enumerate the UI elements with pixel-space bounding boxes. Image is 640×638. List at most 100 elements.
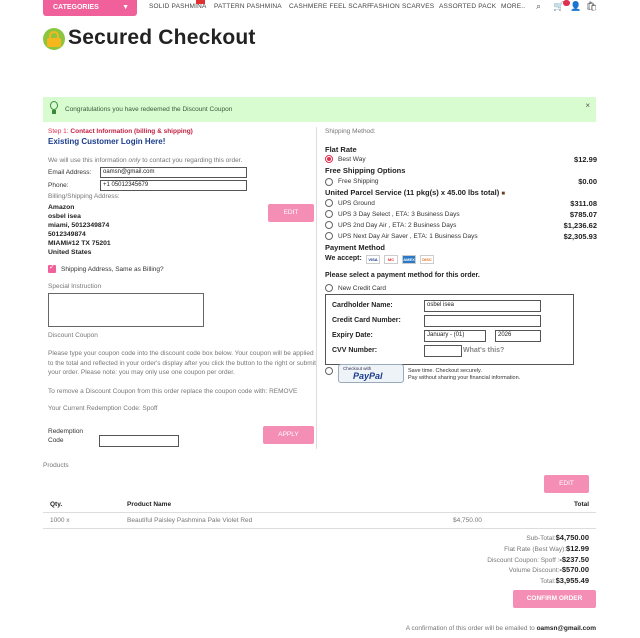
mastercard-icon: MC xyxy=(384,255,398,264)
footer-text: A confirmation of this order will be ema… xyxy=(405,625,535,632)
redemption-code-input[interactable] xyxy=(99,435,179,447)
shipping-option-ups-2day[interactable]: UPS 2nd Day Air , ETA: 2 Business Days $… xyxy=(325,221,597,231)
address-line: 5012349874 xyxy=(48,231,86,238)
shipping-option-ups-next-day[interactable]: UPS Next Day Air Saver , ETA: 1 Business… xyxy=(325,232,597,242)
shipping-radio[interactable] xyxy=(325,199,333,207)
shipping-option-ups-3day[interactable]: UPS 3 Day Select , ETA: 3 Business Days … xyxy=(325,210,597,220)
summary-label: Total: xyxy=(540,578,556,585)
redemption-code-label: Redemption Code xyxy=(48,427,83,445)
bag-icon[interactable]: 🛍 xyxy=(586,1,597,12)
card-number-input[interactable] xyxy=(424,315,541,327)
we-accept-label: We accept: xyxy=(325,255,362,262)
whats-this-link[interactable]: What's this? xyxy=(463,347,504,354)
login-link[interactable]: Login Here! xyxy=(121,137,165,146)
payment-method-heading: Payment Method xyxy=(325,243,386,252)
coupon-instructions: Please type your coupon code into the di… xyxy=(48,349,318,378)
search-icon[interactable]: ⌕ xyxy=(536,1,541,12)
shipping-radio[interactable] xyxy=(325,210,333,218)
paypal-note: Save time. Checkout securely. Pay withou… xyxy=(408,368,520,381)
confirm-order-button[interactable]: CONFIRM ORDER xyxy=(513,590,596,608)
address-line: United States xyxy=(48,249,92,256)
shipping-radio[interactable] xyxy=(325,221,333,229)
paypal-radio[interactable] xyxy=(325,367,333,375)
page-title: Secured Checkout xyxy=(68,26,256,49)
shipping-radio[interactable] xyxy=(325,232,333,240)
address-line: osbel isea xyxy=(48,213,81,220)
col-total: Total xyxy=(574,501,590,508)
lock-icon xyxy=(43,28,65,50)
summary-flat-rate: Flat Rate (Best Way):$12.99 xyxy=(504,544,589,553)
table-divider xyxy=(43,528,596,529)
address-block: Amazon osbel isea miami, 5012349874 5012… xyxy=(48,203,111,257)
user-icon[interactable]: 👤 xyxy=(570,1,581,12)
cardholder-name-input[interactable]: osbel isea xyxy=(424,300,541,312)
footer-email: oamsn@gmail.com xyxy=(536,625,596,632)
discover-icon: DISC xyxy=(420,255,434,264)
summary-label: Flat Rate (Best Way): xyxy=(504,546,567,553)
nav-item-assorted-pack[interactable]: ASSORTED PACK xyxy=(439,3,496,10)
col-qty: Qty. xyxy=(50,501,63,508)
new-credit-card-label: New Credit Card xyxy=(338,285,387,292)
confirmation-footer: A confirmation of this order will be ema… xyxy=(406,625,596,632)
column-divider xyxy=(316,127,317,449)
paypal-checkout-button[interactable]: Checkout with PayPal xyxy=(338,364,404,383)
shipping-option-name: Free Shipping xyxy=(338,178,379,185)
credit-card-form: Cardholder Name: osbel isea Credit Card … xyxy=(325,294,574,365)
expiry-month-select[interactable]: January - (01) xyxy=(424,330,486,342)
shipping-option-best-way[interactable]: Best Way $12.99 xyxy=(325,155,597,165)
summary-coupon: Discount Coupon: Spoff :-$237.50 xyxy=(487,555,589,564)
ups-heading: United Parcel Service (11 pkg(s) x 45.00… xyxy=(325,188,505,197)
cart-count-badge xyxy=(563,0,570,6)
shipping-method-heading: Shipping Method: xyxy=(325,128,376,135)
coupon-success-banner: Congratulations you have redeemed the Di… xyxy=(43,97,596,122)
categories-button[interactable]: CATEGORIES ▼ xyxy=(43,0,137,16)
summary-label: Volume Discount: xyxy=(508,567,560,574)
phone-field[interactable]: +1 05012345679 xyxy=(100,180,247,191)
shipping-option-price: $0.00 xyxy=(578,177,597,186)
shipping-option-price: $1,236.62 xyxy=(563,221,597,230)
shipping-option-price: $311.08 xyxy=(570,199,597,208)
top-nav: CATEGORIES ▼ SOLID PASHMINA PATTERN PASH… xyxy=(0,0,640,16)
row-qty: 1000 x xyxy=(50,517,70,524)
summary-label: Discount Coupon: Spoff : xyxy=(487,557,560,564)
nav-item-pattern-pashmina[interactable]: PATTERN PASHMINA xyxy=(214,3,282,10)
apply-coupon-button[interactable]: APPLY xyxy=(263,426,314,444)
summary-value: -$570.00 xyxy=(559,565,589,574)
nav-item-more[interactable]: MORE.. xyxy=(501,3,525,10)
nav-item-solid-pashmina[interactable]: SOLID PASHMINA xyxy=(149,3,207,10)
step-heading: Step 1: Contact Information (billing & s… xyxy=(48,128,193,135)
coupon-remove-text: To remove a Discount Coupon from this or… xyxy=(48,388,298,395)
edit-address-button[interactable]: EDIT xyxy=(268,204,314,222)
ups-heading-text: United Parcel Service (11 pkg(s) x 45.00… xyxy=(325,188,500,197)
shipping-radio[interactable] xyxy=(325,155,333,163)
banner-text: Congratulations you have redeemed the Di… xyxy=(65,106,233,113)
edit-products-button[interactable]: EDIT xyxy=(544,475,589,493)
table-divider xyxy=(43,512,596,513)
ups-logo-icon: ■ xyxy=(501,191,505,197)
shipping-option-name: UPS 3 Day Select , ETA: 3 Business Days xyxy=(338,211,460,218)
shipping-option-free[interactable]: Free Shipping $0.00 xyxy=(325,177,597,187)
same-as-billing-checkbox[interactable] xyxy=(48,263,56,273)
summary-label: Sub-Total: xyxy=(526,535,556,542)
info-note: We will use this information only to con… xyxy=(48,157,242,164)
free-shipping-heading: Free Shipping Options xyxy=(325,166,406,175)
redemption-label-line: Code xyxy=(48,437,64,444)
summary-total: Total:$3,955.49 xyxy=(540,576,589,585)
paypal-logo: PayPal xyxy=(353,371,383,381)
row-price: $4,750.00 xyxy=(453,517,482,524)
shipping-option-ups-ground[interactable]: UPS Ground $311.08 xyxy=(325,199,597,209)
lightbulb-icon xyxy=(49,101,59,115)
email-field[interactable]: oamsn@gmail.com xyxy=(100,167,247,178)
cvv-input[interactable] xyxy=(424,345,462,357)
special-instruction-textarea[interactable] xyxy=(48,293,204,327)
shipping-radio[interactable] xyxy=(325,178,333,186)
expiry-year-select[interactable]: 2026 xyxy=(495,330,541,342)
address-line: Amazon xyxy=(48,204,75,211)
new-credit-card-radio[interactable] xyxy=(325,284,333,292)
col-product-name: Product Name xyxy=(127,501,172,508)
step-label: Step 1: xyxy=(48,128,69,135)
new-badge xyxy=(196,0,205,4)
nav-item-fashion-scarves[interactable]: FASHION SCARVES xyxy=(370,3,434,10)
close-icon[interactable]: × xyxy=(585,101,590,110)
nav-item-cashmere-feel-scarf[interactable]: CASHMERE FEEL SCARF xyxy=(289,3,371,10)
